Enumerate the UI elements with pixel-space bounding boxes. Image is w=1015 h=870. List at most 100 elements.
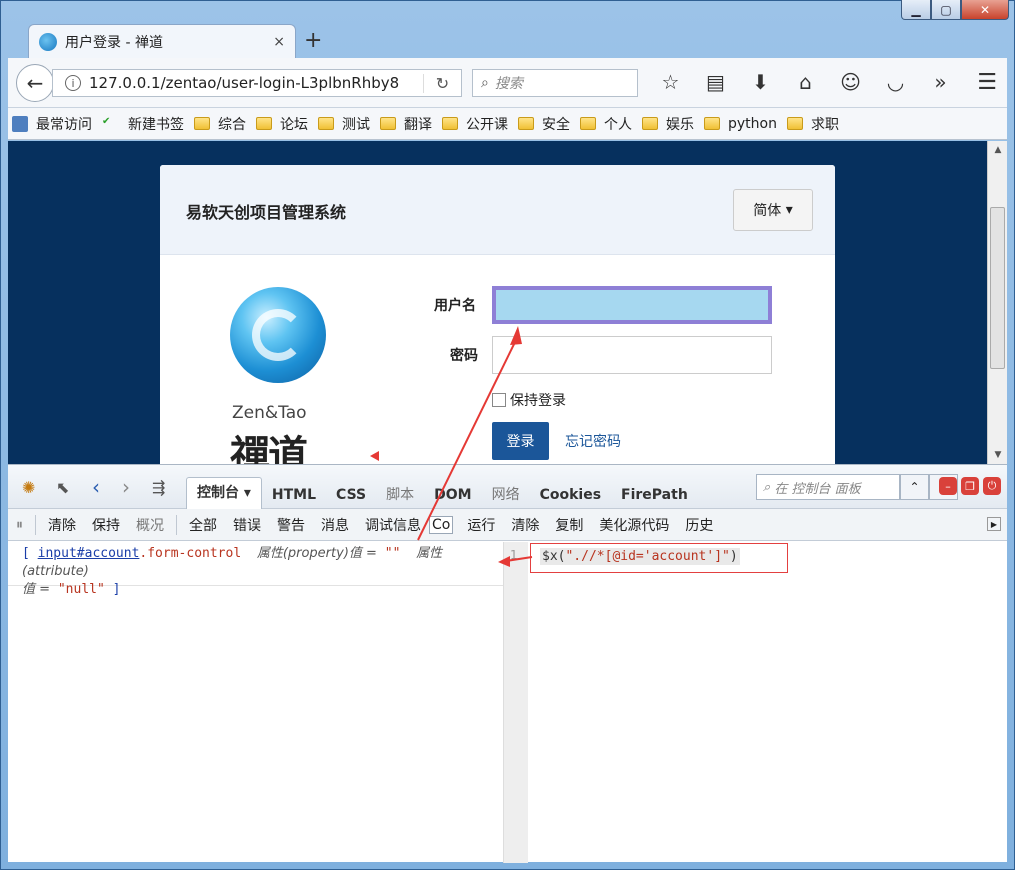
remember-checkbox[interactable] xyxy=(492,393,506,407)
new-tab-button[interactable]: + xyxy=(304,28,322,53)
forgot-password-link[interactable]: 忘记密码 xyxy=(565,431,621,451)
bookmark-folder[interactable]: 公开课 xyxy=(442,114,508,134)
folder-icon xyxy=(318,117,334,130)
tab-html[interactable]: HTML xyxy=(262,481,326,509)
site-info-icon[interactable]: i xyxy=(65,75,81,91)
username-input[interactable] xyxy=(492,286,772,324)
tab-firepath[interactable]: FirePath xyxy=(611,481,698,509)
logo-swirl xyxy=(252,309,304,361)
log-node-class: .form-control xyxy=(139,546,242,561)
filter-errors-button[interactable]: 错误 xyxy=(225,515,269,535)
persist-button[interactable]: 保持 xyxy=(84,515,128,535)
tab-dom[interactable]: DOM xyxy=(424,481,481,509)
login-panel: 易软天创项目管理系统 简体 ▾ Zen&Tao 禪道 用户名 密码 保持登录 登… xyxy=(160,165,835,464)
search-prev-icon[interactable]: ⌃ xyxy=(900,474,929,500)
zentao-logo-icon xyxy=(230,287,326,383)
bookmark-folder[interactable]: 综合 xyxy=(194,114,246,134)
beautify-button[interactable]: 美化源代码 xyxy=(591,515,677,535)
attribute-value: "null" xyxy=(57,582,105,597)
close-icon[interactable]: ✕ xyxy=(961,0,1009,20)
tab-css[interactable]: CSS xyxy=(326,481,376,509)
clear-button[interactable]: 清除 xyxy=(40,515,84,535)
run-button[interactable]: 运行 xyxy=(459,515,503,535)
reload-icon[interactable]: ↻ xyxy=(423,73,461,93)
tab-user-login[interactable]: 用户登录 - 禅道 × xyxy=(28,24,296,58)
inspect-icon[interactable]: ⬉ xyxy=(56,478,69,497)
log-node-link[interactable]: input#account xyxy=(38,546,140,561)
minimize-icon[interactable]: – xyxy=(939,477,957,495)
command-editor-icon[interactable]: ⇶ xyxy=(152,478,165,497)
logo-text: Zen&Tao xyxy=(232,403,307,423)
folder-icon xyxy=(786,117,803,130)
bookmark-star-icon[interactable]: ☆ xyxy=(648,70,693,94)
tab-cookies[interactable]: Cookies xyxy=(530,481,611,509)
command-editor[interactable]: $x(".//*[@id='account']") xyxy=(528,542,1007,863)
bookmark-folder[interactable]: 测试 xyxy=(318,114,370,134)
pocket-icon[interactable]: ◡ xyxy=(873,70,918,94)
bookmark-folder[interactable]: 安全 xyxy=(518,114,570,134)
bookmark-new[interactable]: ✔ 新建书签 xyxy=(102,114,184,134)
back-chevron-icon[interactable]: ‹ xyxy=(92,475,100,499)
history-button[interactable]: 历史 xyxy=(677,515,721,535)
filter-info-button[interactable]: 消息 xyxy=(313,515,357,535)
bookmark-folder[interactable]: 翻译 xyxy=(380,114,432,134)
console-body: [ input#account.form-control 属性(property… xyxy=(8,542,1007,863)
firebug-icon[interactable]: ✺ xyxy=(22,478,35,497)
page-scrollbar[interactable]: ▲ ▼ xyxy=(987,141,1007,464)
property-label: 属性(property)值 = xyxy=(256,546,377,561)
power-icon[interactable]: ⏻ xyxy=(983,477,1001,495)
clear-command-button[interactable]: 清除 xyxy=(503,515,547,535)
detach-icon[interactable]: ❐ xyxy=(961,477,979,495)
chat-icon[interactable]: ☺ xyxy=(828,70,873,94)
page-title: 易软天创项目管理系统 xyxy=(186,203,347,222)
reading-list-icon[interactable]: ▤ xyxy=(693,70,738,94)
scroll-thumb[interactable] xyxy=(990,207,1005,369)
folder-icon xyxy=(580,117,596,130)
command-line-gutter: 1 xyxy=(504,542,528,863)
bookmark-most-visited[interactable]: 最常访问 xyxy=(12,114,92,134)
bookmark-folder[interactable]: 论坛 xyxy=(256,114,308,134)
tab-script[interactable]: 脚本 xyxy=(376,481,424,509)
folder-icon xyxy=(518,117,534,130)
download-icon[interactable]: ⬇ xyxy=(738,70,783,94)
filter-debug-button[interactable]: 调试信息 xyxy=(357,515,429,535)
bookmark-folder[interactable]: python xyxy=(704,116,777,132)
scroll-down-icon[interactable]: ▼ xyxy=(988,446,1008,464)
pause-icon[interactable]: ⏸ xyxy=(8,517,31,533)
maximize-icon[interactable]: ▢ xyxy=(931,0,961,20)
search-placeholder: 搜索 xyxy=(494,76,523,92)
profile-button[interactable]: 概况 xyxy=(128,515,172,535)
devtools-tabs: 控制台 ▾ HTML CSS 脚本 DOM 网络 Cookies FirePat… xyxy=(186,475,698,509)
home-icon[interactable]: ⌂ xyxy=(783,70,828,94)
folder-icon xyxy=(380,117,396,130)
search-input[interactable]: ⌕ 搜索 xyxy=(472,69,638,97)
console-search-input[interactable]: ⌕ 在 控制台 面板 xyxy=(756,474,900,500)
filter-cookies-button[interactable]: Co xyxy=(429,515,454,534)
tab-console[interactable]: 控制台 ▾ xyxy=(186,477,262,509)
url-bar[interactable]: i 127.0.0.1/zentao/user-login-L3plbnRhby… xyxy=(52,69,462,97)
language-dropdown[interactable]: 简体 ▾ xyxy=(733,189,813,231)
remember-login[interactable]: 保持登录 xyxy=(492,390,566,410)
bookmark-folder[interactable]: 求职 xyxy=(786,114,839,134)
overflow-chevron-icon[interactable]: » xyxy=(918,70,963,94)
hamburger-menu-icon[interactable]: ☰ xyxy=(977,70,997,95)
bookmark-folder[interactable]: 娱乐 xyxy=(642,114,694,134)
back-button[interactable]: ← xyxy=(16,64,54,102)
url-text[interactable]: 127.0.0.1/zentao/user-login-L3plbnRhby8 xyxy=(89,74,423,92)
minimize-icon[interactable]: ▁ xyxy=(901,0,931,20)
command-text[interactable]: $x(".//*[@id='account']") xyxy=(540,548,740,565)
login-panel-header: 易软天创项目管理系统 简体 ▾ xyxy=(160,165,835,255)
tab-close-icon[interactable]: × xyxy=(273,34,285,50)
password-input[interactable] xyxy=(492,336,772,374)
scroll-up-icon[interactable]: ▲ xyxy=(988,141,1008,159)
copy-button[interactable]: 复制 xyxy=(547,515,591,535)
bookmark-folder[interactable]: 个人 xyxy=(580,114,632,134)
filter-all-button[interactable]: 全部 xyxy=(181,515,225,535)
filter-warnings-button[interactable]: 警告 xyxy=(269,515,313,535)
log-entry[interactable]: [ input#account.form-control 属性(property… xyxy=(8,542,503,597)
tab-network[interactable]: 网络 xyxy=(482,481,530,509)
page-viewport: 易软天创项目管理系统 简体 ▾ Zen&Tao 禪道 用户名 密码 保持登录 登… xyxy=(8,141,987,464)
login-button[interactable]: 登录 xyxy=(492,422,549,460)
play-icon[interactable]: ▶ xyxy=(987,517,1001,531)
forward-chevron-icon[interactable]: › xyxy=(122,475,130,499)
